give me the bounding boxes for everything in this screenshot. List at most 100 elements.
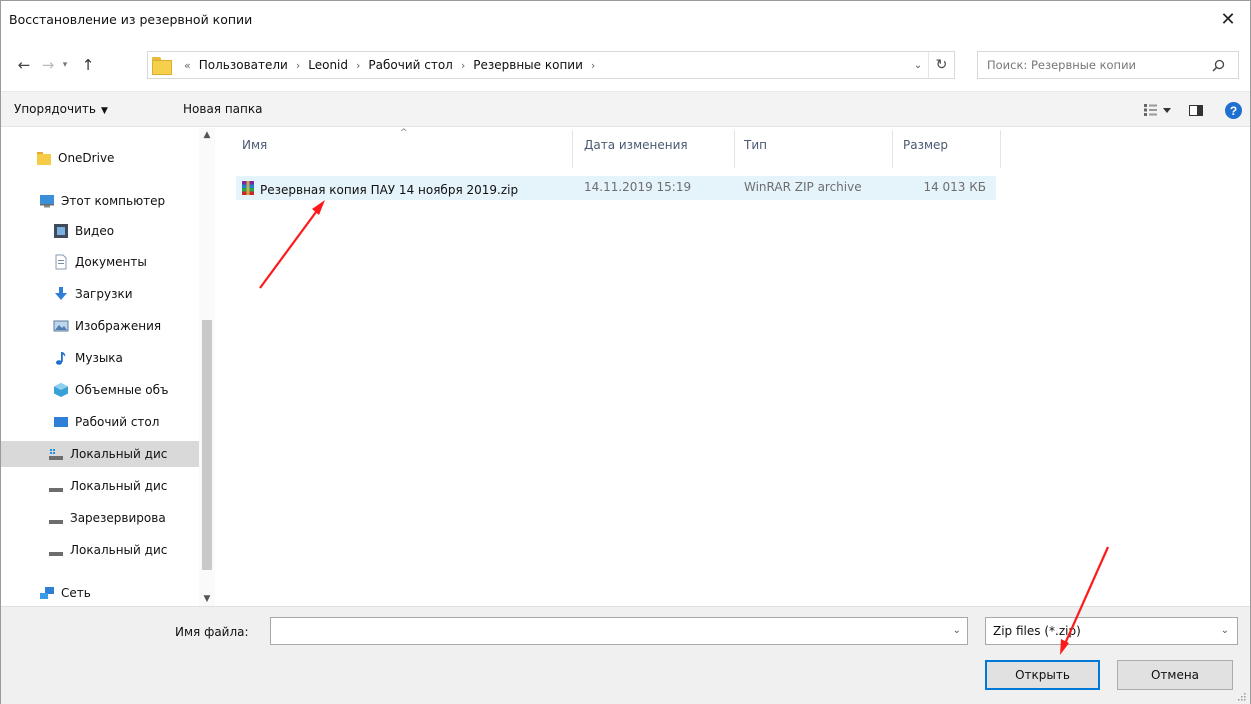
nav-item-label: Документы (75, 255, 147, 269)
downloads-icon (53, 286, 69, 302)
file-date: 14.11.2019 15:19 (584, 180, 692, 194)
back-button[interactable]: ← (13, 53, 35, 77)
breadcrumb-overflow[interactable]: « (180, 59, 195, 72)
arrow-right-icon: → (41, 56, 55, 74)
nav-item-label: Объемные объ (75, 383, 169, 397)
nav-item-label: Загрузки (75, 287, 133, 301)
nav-item-label: Локальный дис (70, 479, 168, 493)
file-type-value: Zip files (*.zip) (993, 624, 1081, 638)
nav-scrollbar[interactable]: ▲ ▼ (199, 128, 215, 606)
file-size: 14 013 КБ (923, 180, 986, 194)
drive-icon (48, 510, 64, 526)
address-row: ← → ▾ ↑ « Пользователи › Leonid › Рабочи… (1, 45, 1250, 85)
resize-grip-icon[interactable] (1237, 692, 1247, 702)
command-bar: Упорядочить ▼ Новая папка ? (1, 91, 1250, 127)
up-button[interactable]: ↑ (77, 53, 99, 77)
breadcrumb-item-backups[interactable]: Резервные копии (469, 58, 587, 72)
refresh-icon: ↻ (935, 57, 948, 73)
refresh-button[interactable]: ↻ (928, 52, 954, 78)
folder-icon (36, 150, 52, 166)
column-header-name[interactable]: Имя (242, 138, 267, 152)
chevron-down-icon: ▾ (62, 60, 68, 70)
change-view-button[interactable] (1138, 104, 1176, 116)
documents-icon (53, 254, 69, 270)
close-icon: ✕ (1220, 8, 1236, 30)
organize-button[interactable]: Упорядочить ▼ (14, 102, 108, 116)
column-divider[interactable] (892, 130, 893, 168)
title-bar: Восстановление из резервной копии ✕ (1, 1, 1250, 41)
column-divider[interactable] (1000, 130, 1001, 168)
scroll-down-icon[interactable]: ▼ (199, 594, 215, 604)
dialog-footer: Имя файла: ⌄ Zip files (*.zip) ⌄ Открыть… (1, 606, 1250, 704)
address-bar[interactable]: « Пользователи › Leonid › Рабочий стол ›… (147, 51, 955, 79)
preview-pane-icon (1189, 104, 1203, 116)
music-icon (53, 350, 69, 366)
column-header-size[interactable]: Размер (903, 138, 948, 152)
breadcrumb-separator[interactable]: › (352, 59, 364, 72)
search-box (977, 51, 1239, 79)
help-button[interactable]: ? (1216, 101, 1250, 119)
breadcrumb-item-users[interactable]: Пользователи (195, 58, 292, 72)
column-header-type[interactable]: Тип (744, 138, 767, 152)
filename-dropdown-button[interactable]: ⌄ (953, 625, 961, 636)
file-type-select[interactable]: Zip files (*.zip) ⌄ (985, 617, 1238, 645)
computer-icon (39, 193, 55, 209)
drive-icon (48, 478, 64, 494)
scroll-up-icon[interactable]: ▲ (199, 130, 215, 140)
3d-objects-icon (53, 382, 69, 398)
open-file-dialog: Восстановление из резервной копии ✕ ← → … (0, 0, 1251, 704)
folder-icon (152, 57, 172, 75)
nav-item-label: Зарезервирова (70, 511, 166, 525)
chevron-down-icon: ⌄ (913, 59, 923, 71)
desktop-icon (53, 414, 69, 430)
recent-locations-button[interactable]: ▾ (57, 53, 73, 77)
filename-combobox: ⌄ (270, 617, 968, 645)
organize-label: Упорядочить (14, 102, 96, 116)
filename-input[interactable] (271, 618, 941, 644)
scroll-thumb[interactable] (202, 320, 212, 570)
file-list: ^ Имя Дата изменения Тип Размер Резервна… (216, 128, 1251, 606)
file-name: Резервная копия ПАУ 14 ноября 2019.zip (260, 182, 519, 197)
filename-label: Имя файла: (175, 625, 249, 639)
svg-text:?: ? (1229, 104, 1236, 118)
system-drive-icon (48, 446, 64, 462)
arrow-up-icon: ↑ (81, 56, 95, 74)
network-icon (39, 585, 55, 601)
close-button[interactable]: ✕ (1206, 1, 1250, 37)
breadcrumb-separator[interactable]: › (292, 59, 304, 72)
nav-item-label: Рабочий стол (75, 415, 160, 429)
file-type: WinRAR ZIP archive (744, 180, 862, 194)
drive-icon (48, 542, 64, 558)
nav-item-label: Этот компьютер (61, 194, 166, 208)
column-divider[interactable] (734, 130, 735, 168)
breadcrumb-item-desktop[interactable]: Рабочий стол (364, 58, 456, 72)
file-row[interactable]: Резервная копия ПАУ 14 ноября 2019.zip 1… (236, 176, 996, 200)
nav-item-label: Сеть (61, 586, 91, 600)
arrow-left-icon: ← (17, 56, 31, 74)
video-icon (53, 223, 69, 239)
caret-down-icon: ▼ (100, 106, 108, 116)
search-input[interactable] (978, 53, 1206, 77)
nav-item-local-disk-c[interactable]: Локальный дис (1, 441, 199, 467)
forward-button[interactable]: → (37, 53, 59, 77)
nav-item-label: Локальный дис (70, 543, 168, 557)
breadcrumb-separator[interactable]: › (457, 59, 469, 72)
nav-item-label: Музыка (75, 351, 123, 365)
sort-ascending-icon: ^ (400, 128, 408, 138)
open-button[interactable]: Открыть (985, 660, 1100, 690)
navigation-pane: OneDrive Этот компьютер Видео Документы … (1, 128, 215, 606)
column-header-date[interactable]: Дата изменения (584, 138, 688, 152)
cancel-button[interactable]: Отмена (1117, 660, 1233, 690)
winrar-archive-icon (240, 180, 256, 199)
nav-item-label: Видео (75, 224, 115, 238)
view-options-icon (1143, 104, 1157, 116)
breadcrumb-separator[interactable]: › (587, 59, 599, 72)
column-divider[interactable] (572, 130, 573, 168)
nav-item-label: Изображения (75, 319, 162, 333)
preview-pane-button[interactable] (1176, 104, 1216, 116)
address-dropdown-button[interactable]: ⌄ (908, 60, 928, 71)
breadcrumb-item-leonid[interactable]: Leonid (304, 58, 352, 72)
caret-down-icon (1162, 107, 1171, 113)
search-icon[interactable] (1206, 59, 1230, 72)
new-folder-button[interactable]: Новая папка (183, 102, 262, 116)
